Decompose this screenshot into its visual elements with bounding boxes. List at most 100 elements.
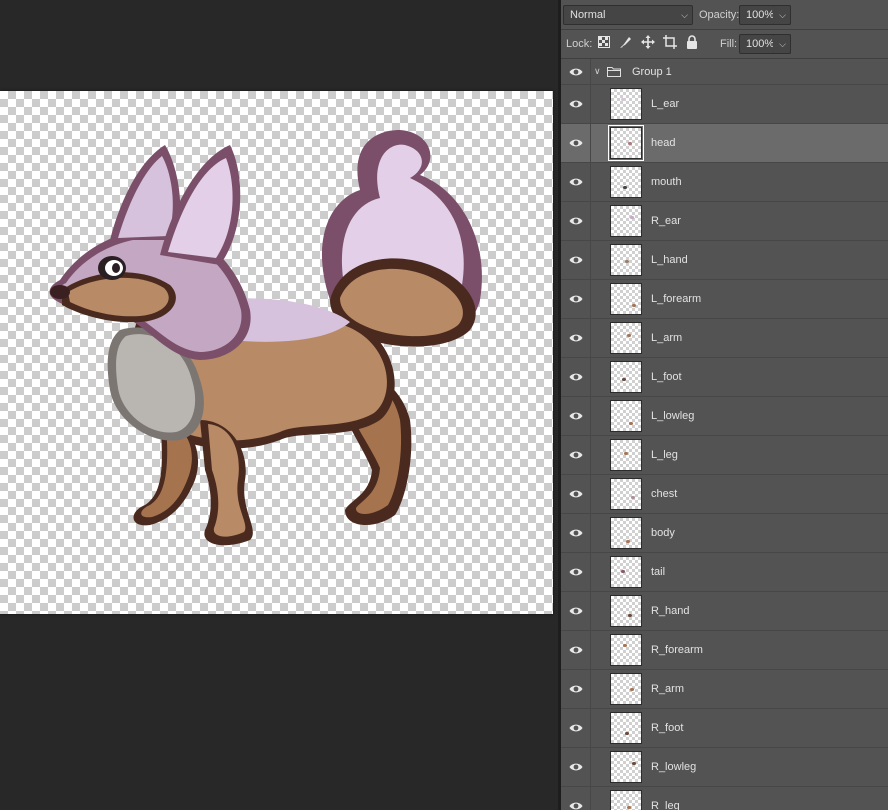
layer-thumbnail[interactable]: [610, 361, 642, 393]
thumbnail-content: [632, 762, 636, 765]
layer-thumbnail[interactable]: [610, 517, 642, 549]
visibility-toggle[interactable]: [561, 163, 591, 201]
lock-label: Lock:: [566, 38, 593, 50]
layer-row[interactable]: body: [561, 514, 888, 553]
eye-icon: [569, 217, 582, 225]
layer-row[interactable]: head: [561, 124, 888, 163]
layer-thumbnail[interactable]: [610, 439, 642, 471]
layer-thumbnail[interactable]: [610, 88, 642, 120]
layer-row[interactable]: R_ear: [561, 202, 888, 241]
layer-row[interactable]: R_forearm: [561, 631, 888, 670]
layer-row[interactable]: L_foot: [561, 358, 888, 397]
layer-thumbnail[interactable]: [610, 478, 642, 510]
layer-thumbnail[interactable]: [610, 595, 642, 627]
lock-position-icon[interactable]: [640, 34, 656, 50]
layer-row[interactable]: R_foot: [561, 709, 888, 748]
layer-row[interactable]: tail: [561, 553, 888, 592]
layer-row[interactable]: L_leg: [561, 436, 888, 475]
visibility-toggle[interactable]: [561, 514, 591, 552]
layer-thumbnail[interactable]: [610, 673, 642, 705]
opacity-dropdown-button[interactable]: ⌵: [773, 5, 791, 25]
layer-name[interactable]: head: [651, 124, 675, 163]
visibility-toggle[interactable]: [561, 631, 591, 669]
visibility-toggle[interactable]: [561, 124, 591, 162]
layer-thumbnail[interactable]: [610, 400, 642, 432]
lock-all-icon[interactable]: [684, 34, 700, 50]
layer-row[interactable]: L_hand: [561, 241, 888, 280]
visibility-toggle[interactable]: [561, 709, 591, 747]
layer-name[interactable]: R_leg: [651, 787, 680, 810]
layer-row[interactable]: R_lowleg: [561, 748, 888, 787]
layer-thumbnail[interactable]: [610, 283, 642, 315]
layer-name[interactable]: R_arm: [651, 670, 684, 709]
visibility-toggle[interactable]: [561, 85, 591, 123]
layer-name[interactable]: R_ear: [651, 202, 681, 241]
visibility-toggle[interactable]: [561, 59, 591, 84]
visibility-toggle[interactable]: [561, 358, 591, 396]
layer-thumbnail[interactable]: [610, 244, 642, 276]
layer-name[interactable]: R_lowleg: [651, 748, 696, 787]
layer-name[interactable]: L_forearm: [651, 280, 701, 319]
layer-row[interactable]: R_arm: [561, 670, 888, 709]
document-canvas[interactable]: [0, 91, 553, 614]
layer-name[interactable]: L_hand: [651, 241, 688, 280]
opacity-label: Opacity:: [699, 9, 740, 21]
layer-name[interactable]: chest: [651, 475, 677, 514]
layer-name[interactable]: mouth: [651, 163, 682, 202]
layer-thumbnail[interactable]: [610, 205, 642, 237]
visibility-toggle[interactable]: [561, 397, 591, 435]
visibility-toggle[interactable]: [561, 670, 591, 708]
fill-dropdown-button[interactable]: ⌵: [773, 34, 791, 54]
layer-group-row[interactable]: ∨ Group 1: [561, 59, 888, 85]
layer-thumbnail[interactable]: [610, 166, 642, 198]
layer-name[interactable]: body: [651, 514, 675, 553]
thumbnail-content: [630, 688, 634, 691]
layer-name[interactable]: R_hand: [651, 592, 690, 631]
visibility-toggle[interactable]: [561, 592, 591, 630]
eye-icon: [569, 373, 582, 381]
layer-row[interactable]: L_forearm: [561, 280, 888, 319]
layer-row[interactable]: mouth: [561, 163, 888, 202]
layer-row[interactable]: L_lowleg: [561, 397, 888, 436]
layer-name[interactable]: L_lowleg: [651, 397, 694, 436]
layer-row[interactable]: R_leg: [561, 787, 888, 810]
visibility-toggle[interactable]: [561, 280, 591, 318]
visibility-toggle[interactable]: [561, 202, 591, 240]
lock-artboard-icon[interactable]: [662, 34, 678, 50]
visibility-toggle[interactable]: [561, 241, 591, 279]
eye-icon: [569, 178, 582, 186]
lock-image-pixels-icon[interactable]: [618, 34, 634, 50]
chevron-down-icon[interactable]: ∨: [594, 66, 601, 77]
visibility-toggle[interactable]: [561, 475, 591, 513]
layer-thumbnail[interactable]: [610, 322, 642, 354]
layer-name[interactable]: L_arm: [651, 319, 682, 358]
lock-transparent-pixels-icon[interactable]: [596, 34, 612, 50]
layer-name[interactable]: L_foot: [651, 358, 682, 397]
layer-thumbnail[interactable]: [610, 634, 642, 666]
eye-icon: [569, 568, 582, 576]
canvas-area[interactable]: [0, 0, 558, 810]
thumbnail-content: [622, 378, 626, 381]
visibility-toggle[interactable]: [561, 787, 591, 810]
layer-row[interactable]: L_arm: [561, 319, 888, 358]
visibility-toggle[interactable]: [561, 436, 591, 474]
layer-thumbnail[interactable]: [610, 712, 642, 744]
visibility-toggle[interactable]: [561, 319, 591, 357]
layer-row[interactable]: chest: [561, 475, 888, 514]
layer-row[interactable]: L_ear: [561, 85, 888, 124]
layer-thumbnail[interactable]: [610, 790, 642, 810]
layer-name[interactable]: L_leg: [651, 436, 678, 475]
layer-thumbnail[interactable]: [608, 125, 644, 161]
layer-thumbnail[interactable]: [610, 556, 642, 588]
layer-thumbnail[interactable]: [610, 751, 642, 783]
visibility-toggle[interactable]: [561, 553, 591, 591]
layer-name[interactable]: L_ear: [651, 85, 679, 124]
blend-mode-select[interactable]: Normal ⌵: [563, 5, 693, 25]
thumbnail-content: [625, 732, 629, 735]
layer-name[interactable]: R_forearm: [651, 631, 703, 670]
layer-row[interactable]: R_hand: [561, 592, 888, 631]
chevron-down-icon: ⌵: [779, 10, 786, 20]
visibility-toggle[interactable]: [561, 748, 591, 786]
layer-name[interactable]: tail: [651, 553, 665, 592]
layer-name[interactable]: R_foot: [651, 709, 683, 748]
